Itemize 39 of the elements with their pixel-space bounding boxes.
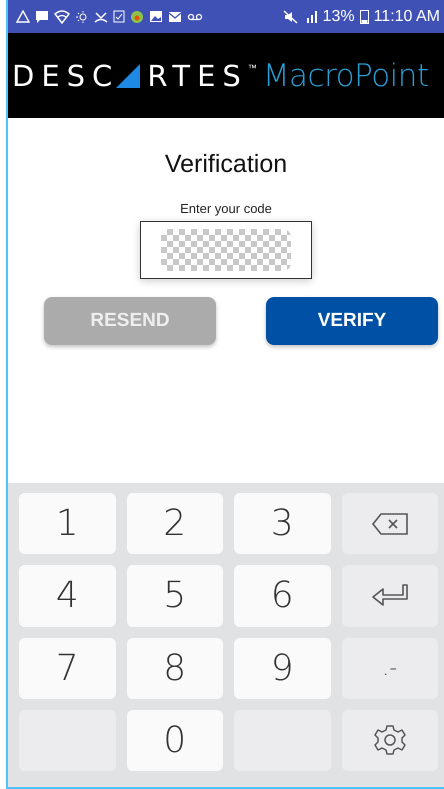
symbol-key[interactable]: .- (342, 638, 438, 699)
image-icon (149, 10, 163, 23)
digit-key[interactable]: 0 (126, 710, 223, 771)
page-title: Verification (164, 150, 288, 179)
digit-key[interactable]: 7 (19, 638, 116, 699)
enter-icon (370, 582, 409, 609)
battery-icon (360, 9, 369, 24)
trademark-mark: ™ (248, 63, 257, 73)
mute-icon (282, 10, 299, 24)
chat-bubble-icon (35, 10, 49, 24)
digit-key[interactable]: 9 (234, 638, 330, 699)
code-input-field[interactable] (140, 221, 312, 279)
digit-key[interactable]: 6 (234, 565, 330, 626)
digit-key[interactable]: 5 (126, 565, 223, 626)
action-button[interactable]: VERIFY (266, 297, 438, 345)
digit-key[interactable]: 8 (126, 638, 223, 699)
digit-key[interactable]: 2 (126, 493, 223, 554)
wifi-icon (54, 10, 70, 24)
settings-key[interactable] (342, 710, 438, 771)
digit-key[interactable]: 1 (19, 493, 116, 554)
digit-key[interactable]: 3 (234, 493, 330, 554)
field-label: Enter your code (180, 201, 272, 216)
product-name: MacroPoint (262, 58, 429, 94)
backspace-key[interactable] (342, 493, 438, 554)
logo-text: DESC (12, 58, 120, 92)
backspace-icon (370, 512, 409, 536)
app-icon (130, 10, 144, 24)
checkbox-icon (113, 10, 125, 23)
enter-key[interactable] (342, 565, 438, 626)
mail-icon (168, 10, 182, 23)
logo-triangle-icon (115, 62, 142, 88)
settings-icon (372, 723, 407, 758)
warning-icon (16, 10, 30, 23)
logo-text: RTES (147, 58, 248, 92)
sun-icon (75, 10, 89, 24)
clock-time: 11:10 AM (374, 8, 440, 26)
battery-percent: 13% (322, 8, 355, 26)
digit-key[interactable]: 4 (19, 565, 116, 626)
voicemail-icon (187, 12, 203, 22)
